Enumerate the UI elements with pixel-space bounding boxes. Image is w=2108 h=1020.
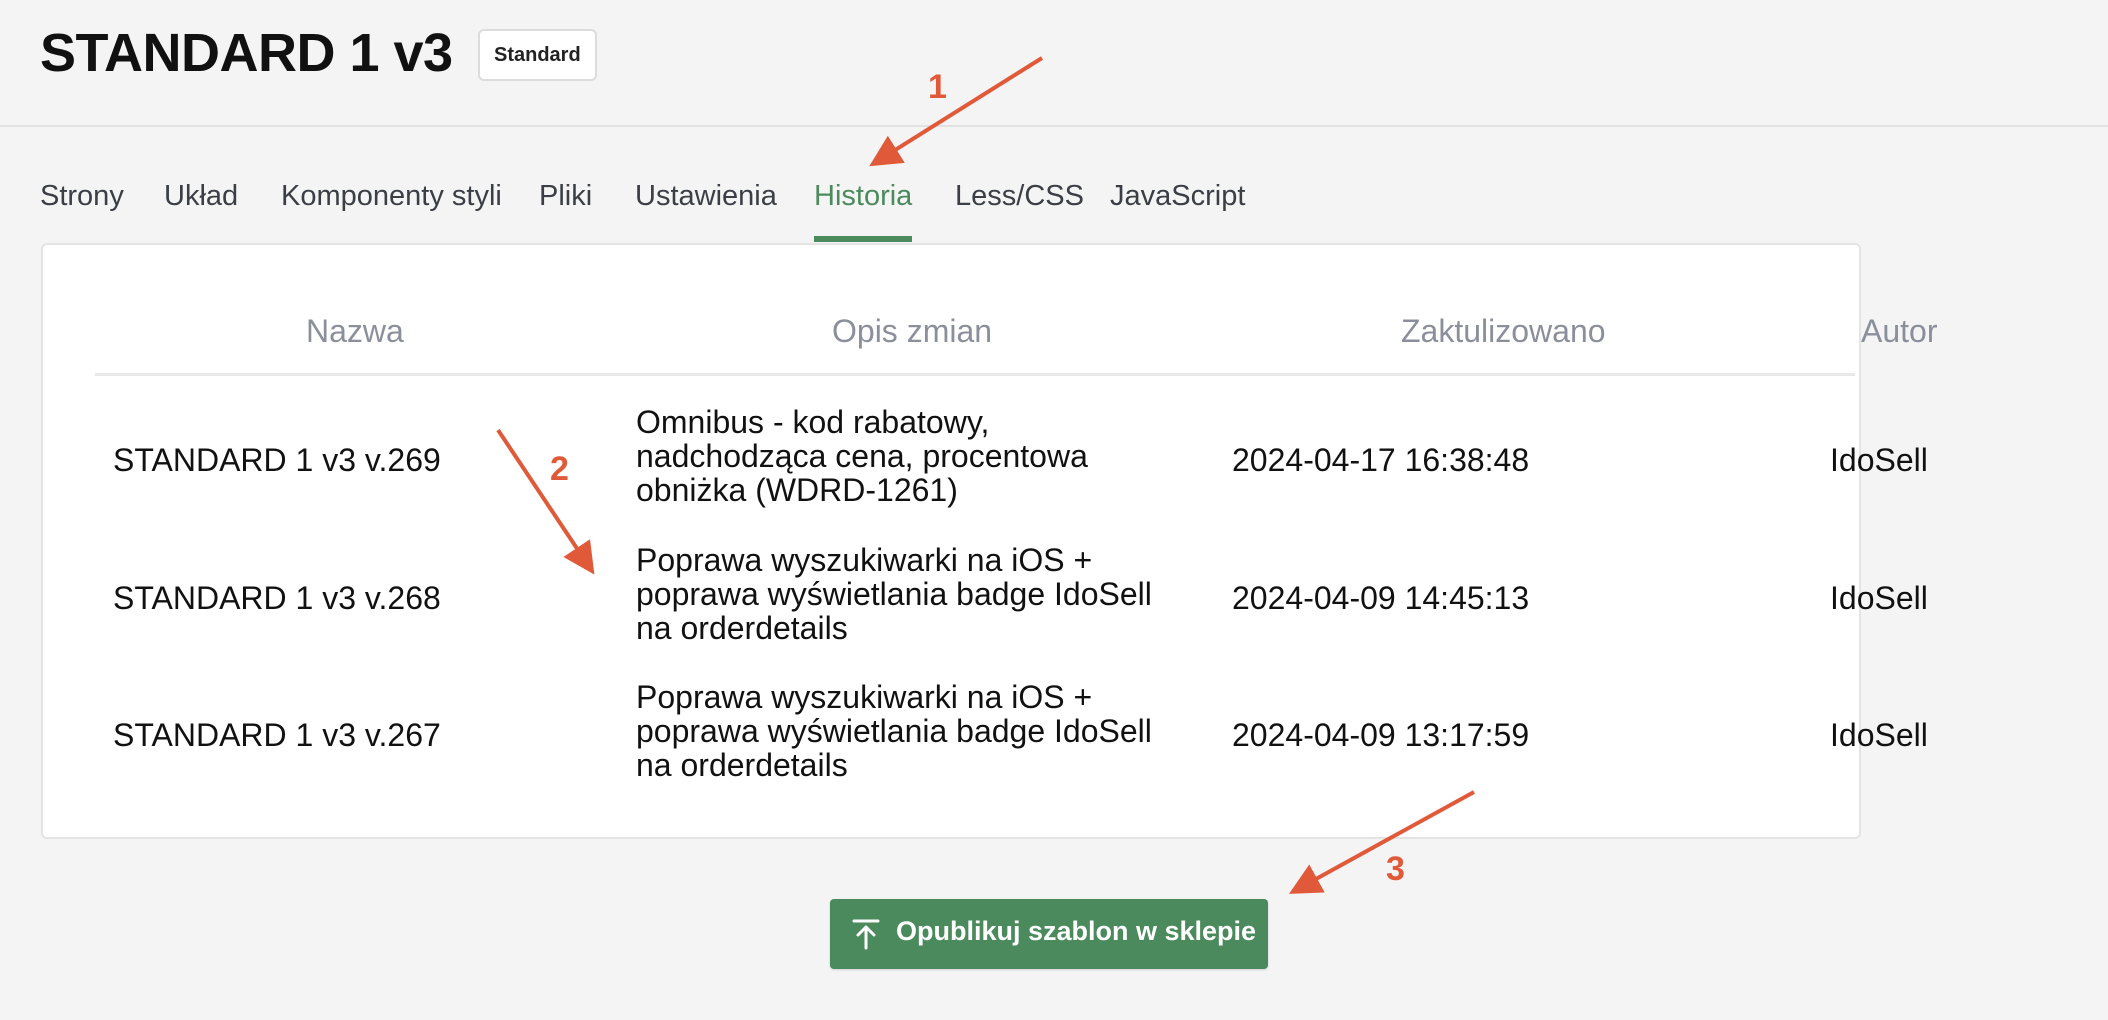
tab-strony[interactable]: Strony	[40, 180, 124, 242]
row-author: IdoSell	[1830, 442, 1928, 478]
publish-button-label: Opublikuj szablon w sklepie	[896, 916, 1257, 946]
row-name: STANDARD 1 v3 v.269	[113, 442, 441, 478]
row-updated: 2024-04-09 14:45:13	[1232, 580, 1530, 616]
row-name: STANDARD 1 v3 v.268	[113, 580, 441, 616]
page-title: STANDARD 1 v3	[40, 23, 453, 83]
tab-komponenty-styli[interactable]: Komponenty styli	[281, 180, 502, 242]
header-divider	[95, 373, 1855, 376]
column-header-nazwa[interactable]: Nazwa	[306, 313, 404, 350]
tab-less-css[interactable]: Less/CSS	[955, 180, 1084, 242]
history-panel: Nazwa Opis zmian Zaktulizowano Autor STA…	[41, 243, 1937, 839]
table-row[interactable]: STANDARD 1 v3 v.267 Poprawa wyszukiwarki…	[43, 670, 1928, 808]
column-header-autor[interactable]: Autor	[1861, 313, 1937, 350]
row-updated: 2024-04-09 13:17:59	[1232, 717, 1530, 753]
row-author: IdoSell	[1830, 717, 1928, 753]
row-author: IdoSell	[1830, 580, 1928, 616]
row-description: Poprawa wyszukiwarki na iOS + poprawa wy…	[636, 679, 1152, 783]
row-description: Poprawa wyszukiwarki na iOS + poprawa wy…	[636, 542, 1152, 646]
tab-ustawienia[interactable]: Ustawienia	[635, 180, 777, 242]
row-description: Omnibus - kod rabatowy, nadchodząca cena…	[636, 404, 1088, 508]
upload-icon	[852, 918, 880, 950]
page-header: STANDARD 1 v3 Standard	[0, 0, 2108, 127]
table-row[interactable]: STANDARD 1 v3 v.269 Omnibus - kod rabato…	[43, 395, 1928, 533]
column-header-zaktulizowano[interactable]: Zaktulizowano	[1401, 313, 1606, 350]
annotation-number-3: 3	[1386, 850, 1405, 888]
table-row[interactable]: STANDARD 1 v3 v.268 Poprawa wyszukiwarki…	[43, 533, 1928, 671]
tab-javascript[interactable]: JavaScript	[1110, 180, 1245, 242]
column-header-opis-zmian[interactable]: Opis zmian	[832, 313, 992, 350]
tab-uklad[interactable]: Układ	[164, 180, 238, 242]
row-name: STANDARD 1 v3 v.267	[113, 717, 441, 753]
publish-template-button[interactable]: Opublikuj szablon w sklepie	[830, 899, 1268, 969]
tab-pliki[interactable]: Pliki	[539, 180, 592, 242]
tab-historia[interactable]: Historia	[814, 180, 913, 242]
row-updated: 2024-04-17 16:38:48	[1232, 442, 1530, 478]
template-type-badge: Standard	[478, 29, 597, 81]
